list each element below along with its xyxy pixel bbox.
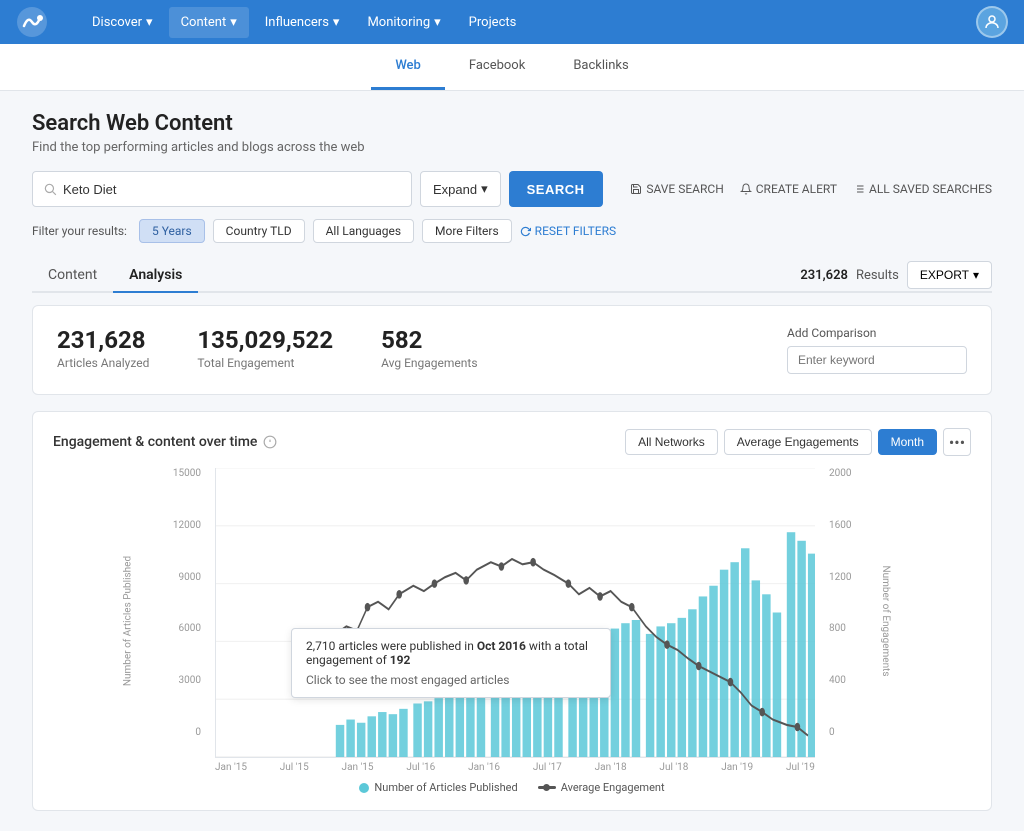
chart-area: 2,710 articles were published in Oct 201… [207, 468, 823, 773]
chart-wrap: 2,710 articles were published in Oct 201… [215, 468, 815, 758]
nav-projects[interactable]: Projects [457, 7, 529, 38]
nav-links: Discover ▾ Content ▾ Influencers ▾ Monit… [80, 7, 528, 38]
chart-section: Engagement & content over time All Netwo… [32, 411, 992, 811]
tab-web[interactable]: Web [371, 44, 445, 90]
chart-header: Engagement & content over time All Netwo… [53, 428, 971, 456]
nav-left: Discover ▾ Content ▾ Influencers ▾ Monit… [16, 6, 528, 38]
search-icon [43, 182, 57, 196]
tab-facebook[interactable]: Facebook [445, 44, 549, 90]
results-count: 231,628 [800, 268, 848, 283]
create-alert-link[interactable]: CREATE ALERT [740, 182, 837, 196]
bell-icon [740, 183, 752, 195]
y-axis-left-label: Number of Articles Published [123, 555, 134, 685]
comparison-input[interactable] [787, 346, 967, 374]
stat-engagement-label: Total Engagement [197, 356, 333, 370]
chart-controls: All Networks Average Engagements Month •… [625, 428, 971, 456]
y-axis-left: 15000 12000 9000 6000 3000 0 [163, 468, 201, 738]
filter-all-languages[interactable]: All Languages [313, 219, 414, 243]
nav-monitoring[interactable]: Monitoring ▾ [355, 7, 452, 38]
reset-filters-link[interactable]: RESET FILTERS [520, 224, 616, 238]
tab-backlinks[interactable]: Backlinks [549, 44, 652, 90]
results-label: Results [856, 268, 899, 283]
chart-title: Engagement & content over time [53, 434, 277, 450]
y-axis-right-label: Number of Engagements [880, 565, 891, 676]
search-button[interactable]: SEARCH [509, 171, 603, 207]
chevron-down-icon: ▾ [434, 15, 441, 30]
nav-discover[interactable]: Discover ▾ [80, 7, 165, 38]
avatar[interactable] [976, 6, 1008, 38]
add-comparison: Add Comparison [787, 326, 967, 374]
top-navigation: Discover ▾ Content ▾ Influencers ▾ Monit… [0, 0, 1024, 44]
nav-influencers[interactable]: Influencers ▾ [253, 7, 352, 38]
more-options-button[interactable]: ••• [943, 428, 971, 456]
refresh-icon [520, 226, 531, 237]
avg-engagements-button[interactable]: Average Engagements [724, 429, 872, 455]
search-input[interactable] [63, 182, 401, 197]
month-button[interactable]: Month [878, 429, 937, 455]
page-title: Search Web Content [32, 111, 992, 136]
sub-navigation: Web Facebook Backlinks [0, 44, 1024, 91]
chart-tooltip: 2,710 articles were published in Oct 201… [291, 628, 611, 698]
tooltip-main: 2,710 articles were published in Oct 201… [306, 639, 596, 667]
chevron-down-icon: ▾ [481, 181, 488, 197]
legend-engagement-line [538, 786, 556, 789]
chart-outer: Number of Articles Published Number of E… [163, 468, 861, 773]
list-icon [853, 183, 865, 195]
chevron-down-icon: ▾ [973, 268, 979, 282]
comparison-label: Add Comparison [787, 326, 967, 340]
search-bar: Expand ▾ SEARCH SAVE SEARCH CREATE ALERT… [32, 171, 992, 207]
logo-icon [16, 6, 48, 38]
chevron-down-icon: ▾ [230, 15, 237, 30]
filter-label: Filter your results: [32, 224, 127, 238]
info-icon [263, 435, 277, 449]
stats-card: 231,628 Articles Analyzed 135,029,522 To… [32, 305, 992, 395]
chevron-down-icon: ▾ [146, 15, 153, 30]
stat-avg-label: Avg Engagements [381, 356, 477, 370]
stat-articles: 231,628 Articles Analyzed [57, 326, 149, 370]
results-info: 231,628 Results EXPORT ▾ [800, 261, 992, 289]
stat-engagement-value: 135,029,522 [197, 326, 333, 354]
save-icon [630, 183, 642, 195]
legend-engagement: Average Engagement [538, 781, 665, 794]
export-button[interactable]: EXPORT ▾ [907, 261, 992, 289]
filter-5years[interactable]: 5 Years [139, 219, 205, 243]
filters-bar: Filter your results: 5 Years Country TLD… [32, 219, 992, 243]
legend-articles: Number of Articles Published [359, 781, 517, 794]
all-networks-button[interactable]: All Networks [625, 429, 718, 455]
tabs-left: Content Analysis [32, 259, 198, 291]
filter-country-tld[interactable]: Country TLD [213, 219, 305, 243]
legend-articles-label: Number of Articles Published [374, 781, 517, 794]
legend-articles-dot [359, 783, 369, 793]
all-saved-searches-link[interactable]: ALL SAVED SEARCHES [853, 182, 992, 196]
stat-articles-value: 231,628 [57, 326, 149, 354]
tab-analysis[interactable]: Analysis [113, 259, 198, 293]
x-axis: Jan '15 Jul '15 Jan '15 Jul '16 Jan '16 … [215, 762, 815, 773]
page-subtitle: Find the top performing articles and blo… [32, 140, 992, 155]
tooltip-click-text[interactable]: Click to see the most engaged articles [306, 673, 596, 687]
nav-content[interactable]: Content ▾ [169, 7, 249, 38]
content-tabs: Content Analysis 231,628 Results EXPORT … [32, 259, 992, 293]
main-content: Search Web Content Find the top performi… [0, 91, 1024, 831]
chart-svg [216, 468, 815, 757]
legend-engagement-label: Average Engagement [561, 781, 665, 794]
search-actions: SAVE SEARCH CREATE ALERT ALL SAVED SEARC… [630, 182, 992, 196]
stat-avg-engagement: 582 Avg Engagements [381, 326, 477, 370]
save-search-link[interactable]: SAVE SEARCH [630, 182, 723, 196]
chevron-down-icon: ▾ [333, 15, 340, 30]
filter-more[interactable]: More Filters [422, 219, 512, 243]
stat-engagement: 135,029,522 Total Engagement [197, 326, 333, 370]
search-input-wrap [32, 171, 412, 207]
stat-articles-label: Articles Analyzed [57, 356, 149, 370]
y-axis-right: 2000 1600 1200 800 400 0 [829, 468, 861, 738]
tab-content[interactable]: Content [32, 259, 113, 293]
stat-avg-value: 582 [381, 326, 477, 354]
chart-legend: Number of Articles Published Average Eng… [53, 781, 971, 794]
expand-button[interactable]: Expand ▾ [420, 171, 501, 207]
